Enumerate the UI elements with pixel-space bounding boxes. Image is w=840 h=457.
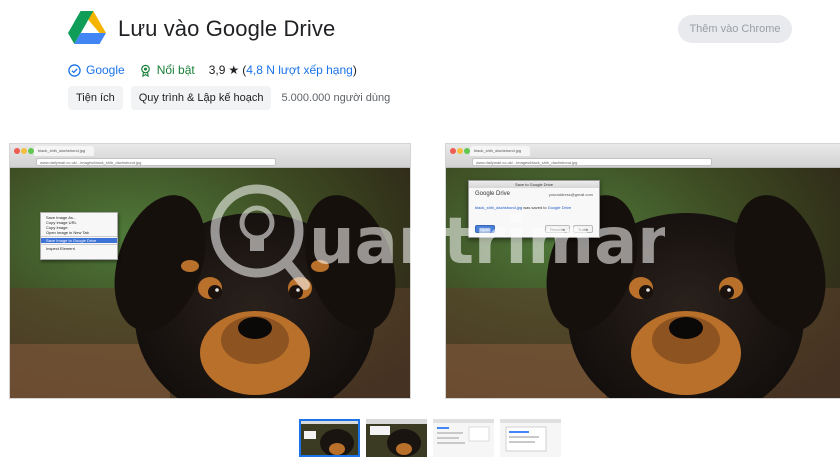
- puppy-photo: [10, 168, 410, 398]
- extension-header: Lưu vào Google Drive Thêm vào Chrome: [68, 10, 808, 50]
- context-menu: Save Image As... Copy Image URL Copy Ima…: [40, 212, 118, 260]
- screenshot-context-menu[interactable]: black_shih_dachshund.jpg www.dailymail.c…: [10, 144, 410, 398]
- rename-button[interactable]: Rename: [545, 225, 571, 233]
- extension-title: Lưu vào Google Drive: [118, 16, 336, 41]
- browser-toolbar: black_shih_dachshund.jpg www.dailymail.c…: [10, 144, 410, 168]
- thumbnail-3[interactable]: [433, 419, 494, 457]
- save-dialog: Save to Google Drive Google Drive yourad…: [468, 180, 600, 238]
- category-chip-extension[interactable]: Tiện ích: [68, 86, 123, 110]
- address-bar: www.dailymail.co.uk/...images/black_shih…: [36, 158, 276, 166]
- featured-badge: Nổi bật: [156, 63, 195, 77]
- address-bar: www.dailymail.co.uk/...images/black_shih…: [472, 158, 712, 166]
- google-drive-logo: [68, 11, 106, 44]
- menu-item-inspect-element[interactable]: Inspect Element: [41, 246, 117, 251]
- thumbnail-4[interactable]: [500, 419, 561, 457]
- rating-value: 3,9: [208, 63, 226, 77]
- dialog-heading: Google Drive: [475, 191, 511, 197]
- screenshot-save-dialog[interactable]: black_shih_dachshund.jpg www.dailymail.c…: [446, 144, 840, 398]
- browser-tab: black_shih_dachshund.jpg: [470, 146, 530, 156]
- verified-check-icon: [68, 63, 81, 77]
- add-to-chrome-button[interactable]: Thêm vào Chrome: [678, 15, 792, 43]
- drive-link[interactable]: Google Drive: [548, 205, 571, 210]
- dialog-message-text: was saved to: [522, 205, 548, 210]
- award-badge-icon: [140, 64, 150, 77]
- menu-item-save-to-drive[interactable]: Save Image to Google Drive: [41, 238, 117, 243]
- dialog-title: Save to Google Drive: [469, 181, 599, 188]
- thumbnail-1[interactable]: [299, 419, 360, 457]
- user-count: 5.000.000 người dùng: [281, 92, 391, 104]
- open-button[interactable]: Open: [475, 225, 495, 233]
- browser-toolbar: black_shih_dachshund.jpg www.dailymail.c…: [446, 144, 840, 168]
- saved-file-link[interactable]: black_shih_dachshund.jpg: [475, 205, 522, 210]
- ratings-count-link[interactable]: 4,8 N lượt xếp hạng: [246, 63, 353, 77]
- ratings-paren-close: ): [352, 63, 357, 77]
- extension-meta: Google Nổi bật 3,9 ★ ( 4,8 N lượt xếp hạ…: [68, 61, 357, 79]
- menu-item-open-image-new-tab[interactable]: Open Image in New Tab: [41, 230, 117, 235]
- browser-tab: black_shih_dachshund.jpg: [34, 146, 94, 156]
- star-icon: ★: [228, 63, 240, 77]
- thumbnail-2[interactable]: [366, 419, 427, 457]
- category-chip-workflow[interactable]: Quy trình & Lập kế hoạch: [130, 86, 272, 110]
- screenshot-thumbnails: [299, 419, 567, 457]
- trash-button[interactable]: Trash: [573, 225, 594, 233]
- dialog-account-email: youraddress@gmail.com: [548, 192, 593, 197]
- category-tags: Tiện ích Quy trình & Lập kế hoạch 5.000.…: [68, 86, 390, 110]
- publisher-link[interactable]: Google: [86, 63, 125, 77]
- dialog-message: black_shih_dachshund.jpg was saved to Go…: [475, 205, 571, 210]
